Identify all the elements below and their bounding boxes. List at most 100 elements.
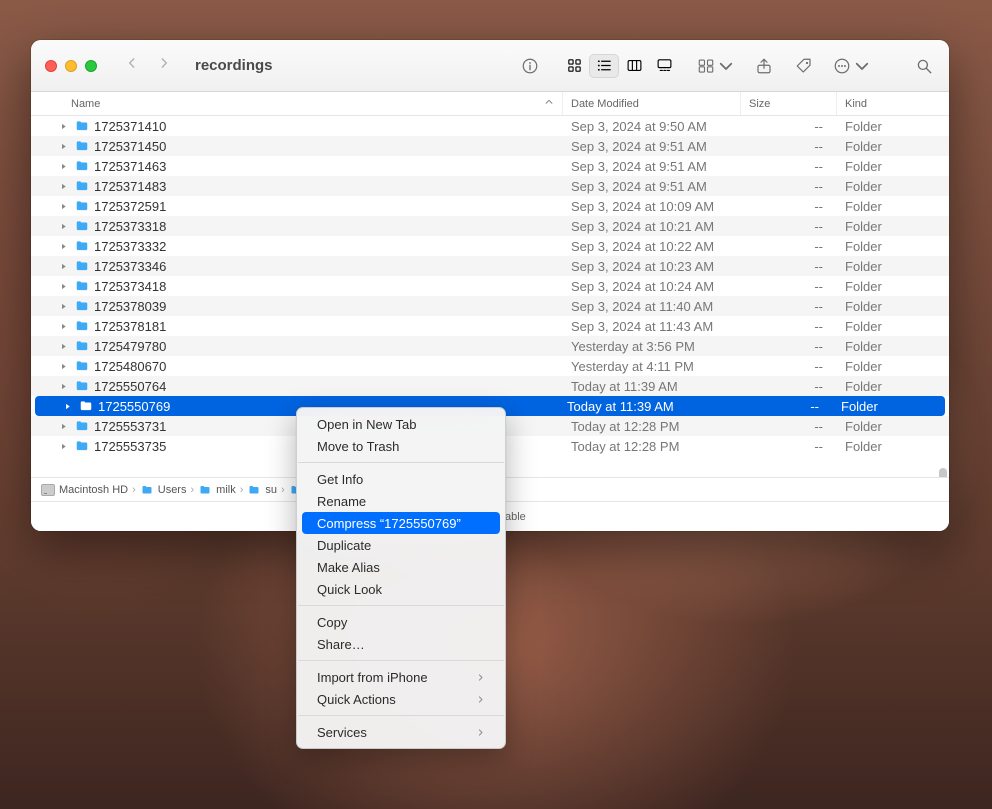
menu-item[interactable]: Share… [297,633,505,655]
menu-item[interactable]: Rename [297,490,505,512]
disclosure-triangle-icon[interactable] [59,302,68,311]
column-label: Kind [845,98,867,110]
file-name: 1725373318 [94,219,166,234]
row-kind-cell: Folder [837,216,949,236]
menu-item[interactable]: Open in New Tab [297,413,505,435]
close-button[interactable] [45,60,57,72]
back-button[interactable] [125,54,139,77]
file-name: 1725373346 [94,259,166,274]
menu-item[interactable]: Move to Trash [297,435,505,457]
row-date-cell: Today at 11:39 AM [563,376,741,396]
table-row[interactable]: 1725373418Sep 3, 2024 at 10:24 AM--Folde… [31,276,949,296]
tags-button[interactable] [793,55,815,77]
group-button[interactable] [697,55,735,77]
row-date-cell: Sep 3, 2024 at 11:43 AM [563,316,741,336]
disclosure-triangle-icon[interactable] [63,402,72,411]
folder-icon [74,259,90,273]
table-row[interactable]: 1725479780Yesterday at 3:56 PM--Folder [31,336,949,356]
table-row[interactable]: 1725373346Sep 3, 2024 at 10:23 AM--Folde… [31,256,949,276]
row-name-cell: 1725372591 [31,196,563,216]
minimize-button[interactable] [65,60,77,72]
row-date-cell: Yesterday at 3:56 PM [563,336,741,356]
disclosure-triangle-icon[interactable] [59,182,68,191]
disclosure-triangle-icon[interactable] [59,122,68,131]
search-button[interactable] [913,55,935,77]
zoom-button[interactable] [85,60,97,72]
folder-icon [74,139,90,153]
menu-item-label: Move to Trash [317,439,399,454]
disclosure-triangle-icon[interactable] [59,322,68,331]
row-date-cell: Yesterday at 4:11 PM [563,356,741,376]
disclosure-triangle-icon[interactable] [59,282,68,291]
menu-item[interactable]: Make Alias [297,556,505,578]
table-row[interactable]: 1725371463Sep 3, 2024 at 9:51 AM--Folder [31,156,949,176]
disclosure-triangle-icon[interactable] [59,262,68,271]
disclosure-triangle-icon[interactable] [59,242,68,251]
row-size-cell: -- [741,276,837,296]
gallery-view-button[interactable] [649,54,679,78]
table-row[interactable]: 1725371410Sep 3, 2024 at 9:50 AM--Folder [31,116,949,136]
row-date-cell: Sep 3, 2024 at 9:51 AM [563,156,741,176]
row-name-cell: 1725373346 [31,256,563,276]
disclosure-triangle-icon[interactable] [59,142,68,151]
disclosure-triangle-icon[interactable] [59,382,68,391]
column-header-name[interactable]: Name [31,92,563,115]
scrollbar-thumb[interactable] [939,468,947,477]
disclosure-triangle-icon[interactable] [59,202,68,211]
table-row[interactable]: 1725480670Yesterday at 4:11 PM--Folder [31,356,949,376]
row-size-cell: -- [741,136,837,156]
row-size-cell: -- [741,216,837,236]
menu-item[interactable]: Copy [297,611,505,633]
table-row[interactable]: 1725373318 Sep 3, 2024 at 10:21 AM--Folde… [31,216,949,236]
column-header-date[interactable]: Date Modified [563,92,741,115]
forward-button[interactable] [157,54,171,77]
menu-item[interactable]: Services [297,721,505,743]
row-name-cell: 1725550764 [31,376,563,396]
pathbar-segment[interactable]: milk [198,484,236,496]
row-size-cell: -- [737,396,833,416]
menu-separator [298,462,504,463]
disclosure-triangle-icon[interactable] [59,362,68,371]
menu-item[interactable]: Import from iPhone [297,666,505,688]
disclosure-triangle-icon[interactable] [59,442,68,451]
context-menu: Open in New Tab Move to Trash Get Info Rena… [296,407,506,749]
menu-item-label: Quick Actions [317,692,396,707]
menu-item-label: Get Info [317,472,363,487]
folder-icon [140,484,154,496]
disclosure-triangle-icon[interactable] [59,342,68,351]
column-header-size[interactable]: Size [741,92,837,115]
menu-item[interactable]: Quick Actions [297,688,505,710]
pathbar-segment[interactable]: Users [140,484,187,496]
row-size-cell: -- [741,336,837,356]
table-row[interactable]: 1725378039Sep 3, 2024 at 11:40 AM--Folde… [31,296,949,316]
info-icon[interactable] [519,55,541,77]
list-view-button[interactable] [589,54,619,78]
table-row[interactable]: 1725550764Today at 11:39 AM--Folder [31,376,949,396]
table-row[interactable]: 1725373332Sep 3, 2024 at 10:22 AM--Folde… [31,236,949,256]
menu-item[interactable]: Get Info [297,468,505,490]
table-row[interactable]: 1725378181Sep 3, 2024 at 11:43 AM--Folde… [31,316,949,336]
disclosure-triangle-icon[interactable] [59,222,68,231]
folder-icon [74,419,90,433]
table-row[interactable]: 1725372591Sep 3, 2024 at 10:09 AM--Folde… [31,196,949,216]
pathbar-segment[interactable]: Macintosh HD [41,484,128,496]
menu-item[interactable]: Quick Look [297,578,505,600]
pathbar-separator-icon: › [190,484,194,496]
table-row[interactable]: 1725371450Sep 3, 2024 at 9:51 AM--Folder [31,136,949,156]
menu-item-label: Open in New Tab [317,417,417,432]
action-button[interactable] [833,55,871,77]
column-label: Size [749,98,770,110]
menu-item[interactable]: Duplicate [297,534,505,556]
disclosure-triangle-icon[interactable] [59,422,68,431]
table-row[interactable]: 1725371483Sep 3, 2024 at 9:51 AM--Folder [31,176,949,196]
column-view-button[interactable] [619,54,649,78]
pathbar-segment[interactable]: su [247,484,277,496]
menu-item-label: Rename [317,494,366,509]
row-date-cell: Sep 3, 2024 at 10:21 AM [563,216,741,236]
menu-item[interactable]: Compress “1725550769” [302,512,500,534]
row-date-cell: Sep 3, 2024 at 10:23 AM [563,256,741,276]
disclosure-triangle-icon[interactable] [59,162,68,171]
column-header-kind[interactable]: Kind [837,92,949,115]
icon-view-button[interactable] [559,54,589,78]
share-button[interactable] [753,55,775,77]
